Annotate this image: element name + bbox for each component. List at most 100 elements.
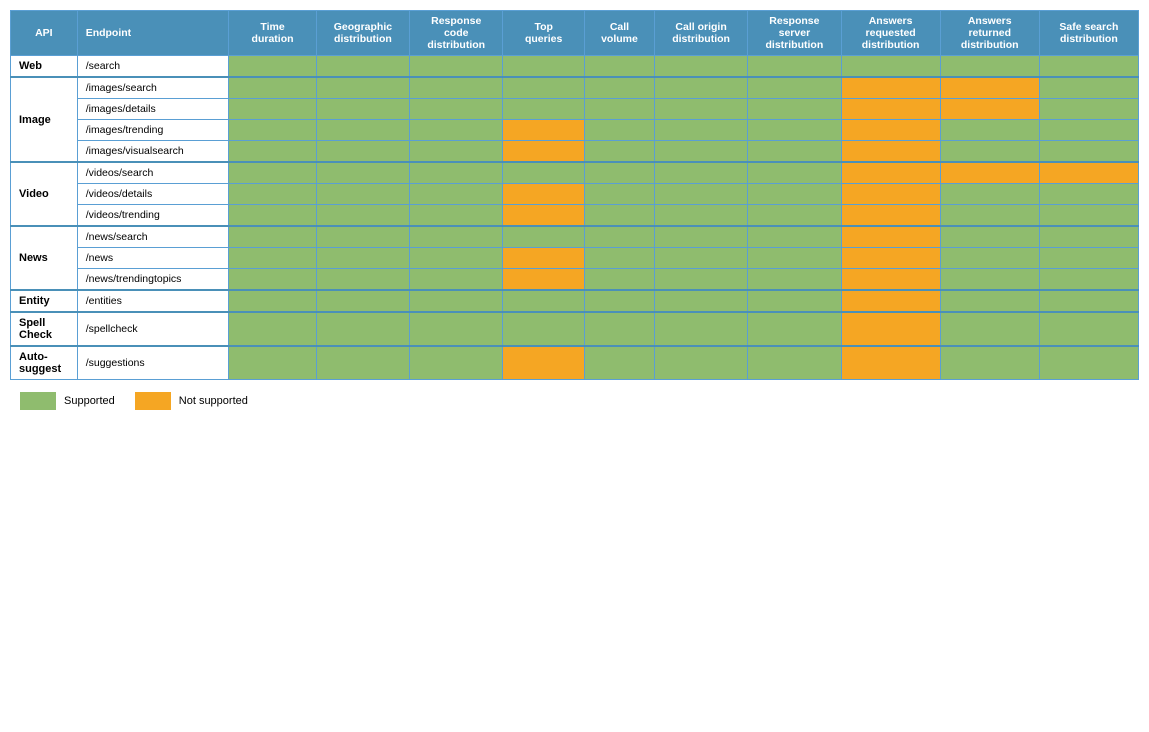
data-cell [503, 99, 585, 120]
data-cell [229, 312, 316, 346]
data-cell [654, 312, 747, 346]
data-cell [748, 77, 841, 99]
call-origin-header: Call origin distribution [654, 11, 747, 56]
data-cell [584, 141, 654, 163]
data-cell [410, 226, 503, 248]
data-cell [748, 56, 841, 78]
endpoint-cell: /images/search [77, 77, 229, 99]
data-cell [503, 141, 585, 163]
data-cell [748, 269, 841, 291]
data-cell [316, 120, 409, 141]
data-cell [940, 346, 1039, 380]
data-cell [654, 248, 747, 269]
data-cell [229, 269, 316, 291]
api-cell: Video [11, 162, 78, 226]
header-row: API Endpoint Time duration Geographic di… [11, 11, 1139, 56]
data-cell [316, 346, 409, 380]
not-supported-label: Not supported [179, 395, 248, 407]
data-cell [503, 120, 585, 141]
data-cell [940, 269, 1039, 291]
data-cell [1039, 99, 1138, 120]
data-cell [229, 205, 316, 227]
data-cell [410, 184, 503, 205]
endpoint-cell: /images/details [77, 99, 229, 120]
table-row: /images/trending [11, 120, 1139, 141]
data-cell [229, 226, 316, 248]
data-cell [584, 56, 654, 78]
data-cell [410, 99, 503, 120]
data-cell [654, 120, 747, 141]
data-cell [316, 248, 409, 269]
call-volume-header: Call volume [584, 11, 654, 56]
endpoint-cell: /news/search [77, 226, 229, 248]
data-cell [841, 162, 940, 184]
data-cell [841, 269, 940, 291]
data-cell [229, 346, 316, 380]
data-cell [503, 269, 585, 291]
data-cell [940, 248, 1039, 269]
data-cell [654, 99, 747, 120]
top-queries-header: Top queries [503, 11, 585, 56]
data-cell [410, 290, 503, 312]
data-cell [584, 184, 654, 205]
data-cell [654, 184, 747, 205]
api-cell: Image [11, 77, 78, 162]
data-cell [584, 269, 654, 291]
data-cell [316, 226, 409, 248]
data-cell [940, 141, 1039, 163]
supported-legend-box [20, 392, 56, 410]
data-cell [654, 162, 747, 184]
data-cell [841, 184, 940, 205]
data-cell [503, 162, 585, 184]
data-cell [503, 226, 585, 248]
data-cell [316, 269, 409, 291]
data-cell [940, 290, 1039, 312]
data-cell [410, 162, 503, 184]
data-cell [841, 205, 940, 227]
data-cell [229, 120, 316, 141]
data-cell [841, 99, 940, 120]
data-cell [584, 346, 654, 380]
data-cell [841, 346, 940, 380]
data-cell [841, 77, 940, 99]
data-cell [316, 184, 409, 205]
data-cell [584, 290, 654, 312]
data-cell [316, 141, 409, 163]
data-cell [841, 312, 940, 346]
data-cell [940, 56, 1039, 78]
data-cell [748, 141, 841, 163]
endpoint-cell: /news/trendingtopics [77, 269, 229, 291]
data-cell [841, 141, 940, 163]
data-cell [410, 120, 503, 141]
table-row: Video/videos/search [11, 162, 1139, 184]
data-cell [748, 290, 841, 312]
table-row: Auto- suggest/suggestions [11, 346, 1139, 380]
table-row: Spell Check/spellcheck [11, 312, 1139, 346]
geo-dist-header: Geographic distribution [316, 11, 409, 56]
data-cell [410, 248, 503, 269]
api-header: API [11, 11, 78, 56]
data-cell [503, 184, 585, 205]
data-cell [503, 290, 585, 312]
table-row: /news [11, 248, 1139, 269]
data-cell [940, 312, 1039, 346]
data-cell [503, 56, 585, 78]
table-row: /videos/trending [11, 205, 1139, 227]
data-cell [1039, 312, 1138, 346]
data-cell [748, 346, 841, 380]
endpoint-header: Endpoint [77, 11, 229, 56]
data-cell [654, 269, 747, 291]
data-cell [841, 248, 940, 269]
data-cell [1039, 205, 1138, 227]
not-supported-legend: Not supported [135, 392, 248, 410]
data-cell [584, 120, 654, 141]
data-cell [584, 248, 654, 269]
data-cell [748, 248, 841, 269]
data-cell [1039, 269, 1138, 291]
data-cell [410, 205, 503, 227]
data-cell [229, 77, 316, 99]
data-cell [584, 99, 654, 120]
table-row: /images/details [11, 99, 1139, 120]
data-cell [584, 312, 654, 346]
data-cell [654, 346, 747, 380]
